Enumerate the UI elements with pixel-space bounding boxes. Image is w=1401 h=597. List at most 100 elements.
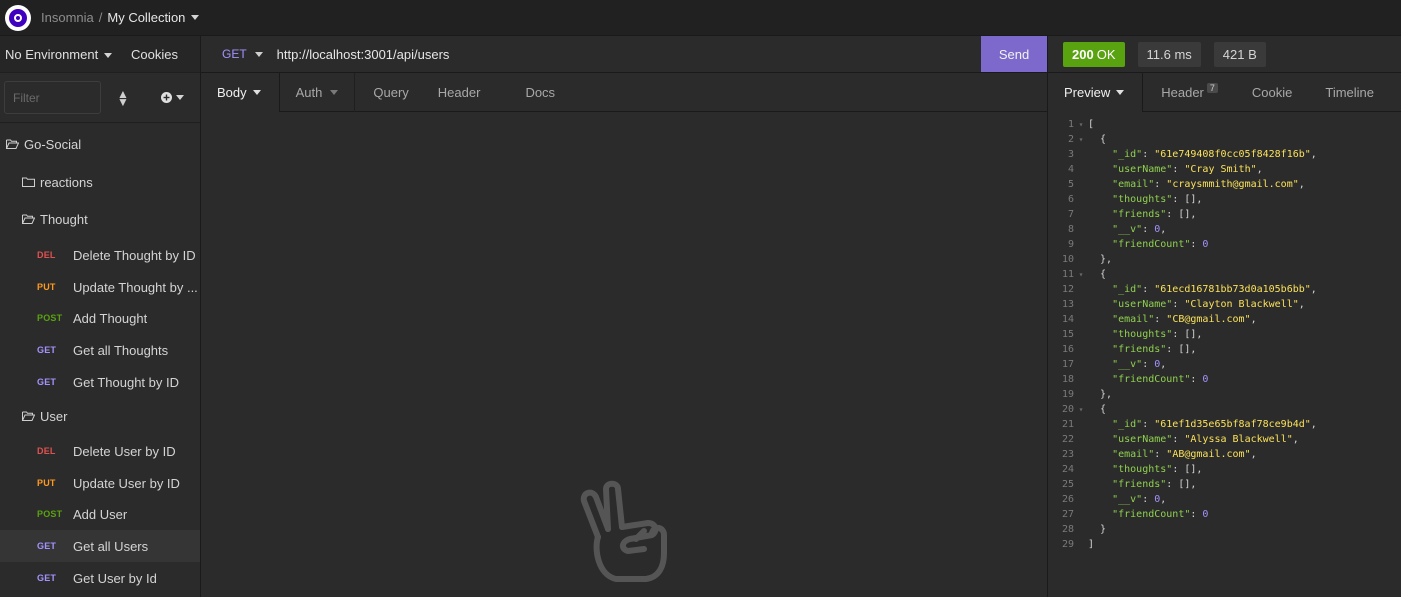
code-line: 5 "email": "craysmmith@gmail.com", [1048, 177, 1305, 192]
code-line: 17 "__v": 0, [1048, 357, 1166, 372]
chevron-down-icon [254, 51, 263, 57]
chevron-down-icon[interactable] [191, 15, 200, 20]
fold-toggle-icon[interactable]: ▾ [1074, 402, 1088, 417]
insomnia-logo-icon[interactable] [5, 4, 31, 31]
fold-toggle-icon[interactable]: ▾ [1074, 132, 1088, 147]
folder-open-icon [22, 214, 35, 224]
tab-body[interactable]: Body [201, 73, 280, 112]
code-text: "email": "CB@gmail.com", [1112, 314, 1257, 325]
response-size-badge: 421 B [1213, 41, 1266, 67]
code-text: "email": "AB@gmail.com", [1112, 449, 1257, 460]
line-number: 8 [1067, 224, 1074, 235]
code-line: 4 "userName": "Cray Smith", [1048, 162, 1263, 177]
code-line: 10 }, [1048, 252, 1112, 267]
tab-preview[interactable]: Preview [1048, 73, 1144, 112]
folder-thought[interactable]: Thought [0, 203, 200, 235]
line-number: 23 [1061, 449, 1074, 460]
folder-label: reactions [40, 174, 93, 190]
chevron-down-icon [176, 95, 184, 100]
request-item[interactable]: POST Add User [0, 498, 200, 530]
request-item[interactable]: GET Get User by Id [0, 562, 200, 594]
collection-name[interactable]: My Collection [107, 10, 185, 25]
code-line: 18 "friendCount": 0 [1048, 372, 1209, 387]
tab-header[interactable]: Header [422, 73, 494, 112]
send-button[interactable]: Send [981, 36, 1047, 72]
response-json-viewer[interactable]: 1 ▾[2 ▾ {3 "_id": "61e749408f0cc05f8428f16… [1047, 112, 1401, 597]
code-line: 16 "friends": [], [1048, 342, 1196, 357]
line-number: 13 [1061, 299, 1074, 310]
request-item[interactable]: DEL Delete User by ID [0, 435, 200, 467]
cookies-button[interactable]: Cookies [131, 47, 178, 62]
line-number: 7 [1067, 209, 1074, 220]
filter-input[interactable] [4, 81, 101, 114]
request-item[interactable]: GET Get all Thoughts [0, 334, 200, 366]
method-badge: GET [37, 345, 57, 355]
url-input[interactable]: http://localhost:3001/api/users [277, 47, 450, 62]
code-text: { [1088, 269, 1107, 280]
line-number: 14 [1061, 314, 1074, 325]
fold-toggle-icon[interactable]: ▾ [1074, 117, 1088, 132]
code-line: 8 "__v": 0, [1048, 222, 1166, 237]
fold-toggle-icon[interactable]: ▾ [1074, 267, 1088, 282]
environment-selector[interactable]: No Environment [5, 47, 113, 62]
request-item[interactable]: POST Add Thought [0, 302, 200, 334]
code-text: "_id": "61ecd16781bb73d0a105b6bb", [1112, 284, 1317, 295]
line-number: 5 [1067, 179, 1074, 190]
folder-reactions[interactable]: reactions [0, 166, 200, 198]
code-text: "userName": "Alyssa Blackwell", [1112, 434, 1299, 445]
request-item[interactable]: PUT Update Thought by ... [0, 271, 200, 303]
request-item[interactable]: DEL Delete Thought by ID [0, 239, 200, 271]
code-line: 15 "thoughts": [], [1048, 327, 1202, 342]
code-line: 21 "_id": "61ef1d35e65bf8af78ce9b4d", [1048, 417, 1317, 432]
tab-label: Auth [295, 85, 323, 100]
line-number: 20 [1061, 404, 1074, 415]
line-number: 6 [1067, 194, 1074, 205]
request-item[interactable]: PUT Update User by ID [0, 467, 200, 499]
request-label: Delete Thought by ID [73, 247, 196, 263]
method-selector[interactable]: GET [222, 47, 263, 61]
code-text: "thoughts": [], [1112, 329, 1203, 340]
line-number: 18 [1061, 374, 1074, 385]
code-text: "friendCount": 0 [1112, 374, 1209, 385]
sort-icon[interactable]: ▲ ▼ [117, 88, 129, 108]
folder-go-social[interactable]: Go-Social [0, 128, 200, 160]
folder-user[interactable]: User [0, 400, 200, 432]
code-line: 28 } [1048, 522, 1106, 537]
tab-auth[interactable]: Auth [280, 73, 356, 112]
code-line: 9 "friendCount": 0 [1048, 237, 1208, 252]
chevron-down-icon [1116, 90, 1125, 95]
request-item[interactable]: GET Get Thought by ID [0, 366, 200, 398]
code-text: "thoughts": [], [1112, 194, 1203, 205]
request-label: Get User by Id [73, 570, 157, 586]
chevron-down-icon [330, 90, 339, 95]
line-number: 2 [1067, 134, 1074, 145]
code-text: ] [1088, 539, 1095, 550]
response-time-badge: 11.6 ms [1137, 41, 1201, 67]
request-label: Get all Users [73, 538, 149, 554]
app-name[interactable]: Insomnia [41, 10, 94, 25]
line-number: 17 [1061, 359, 1074, 370]
line-number: 15 [1061, 329, 1074, 340]
method-badge: POST [37, 509, 63, 519]
request-label: Delete User by ID [73, 443, 176, 459]
tab-cookie[interactable]: Cookie [1234, 73, 1308, 112]
tab-docs[interactable]: Docs [493, 73, 568, 112]
tab-query[interactable]: Query [355, 73, 421, 112]
line-number: 9 [1067, 239, 1074, 250]
request-item[interactable]: GET Get all Users [0, 530, 200, 562]
code-line: 23 "email": "AB@gmail.com", [1048, 447, 1257, 462]
code-text: { [1088, 404, 1107, 415]
code-text: "_id": "61e749408f0cc05f8428f16b", [1112, 149, 1317, 160]
code-text: "friendCount": 0 [1112, 509, 1209, 520]
breadcrumb: Insomnia / My Collection [41, 10, 200, 25]
status-code: 200 [1072, 46, 1094, 62]
add-icon[interactable] [161, 92, 184, 103]
code-line: 25 "friends": [], [1048, 477, 1196, 492]
line-number: 3 [1067, 149, 1074, 160]
tab-timeline[interactable]: Timeline [1308, 73, 1390, 112]
tab-response-header[interactable]: Header 7 [1143, 73, 1234, 112]
code-line: 29] [1048, 537, 1094, 552]
code-text: { [1088, 134, 1107, 145]
line-number: 27 [1061, 509, 1074, 520]
code-text: "__v": 0, [1112, 224, 1167, 235]
